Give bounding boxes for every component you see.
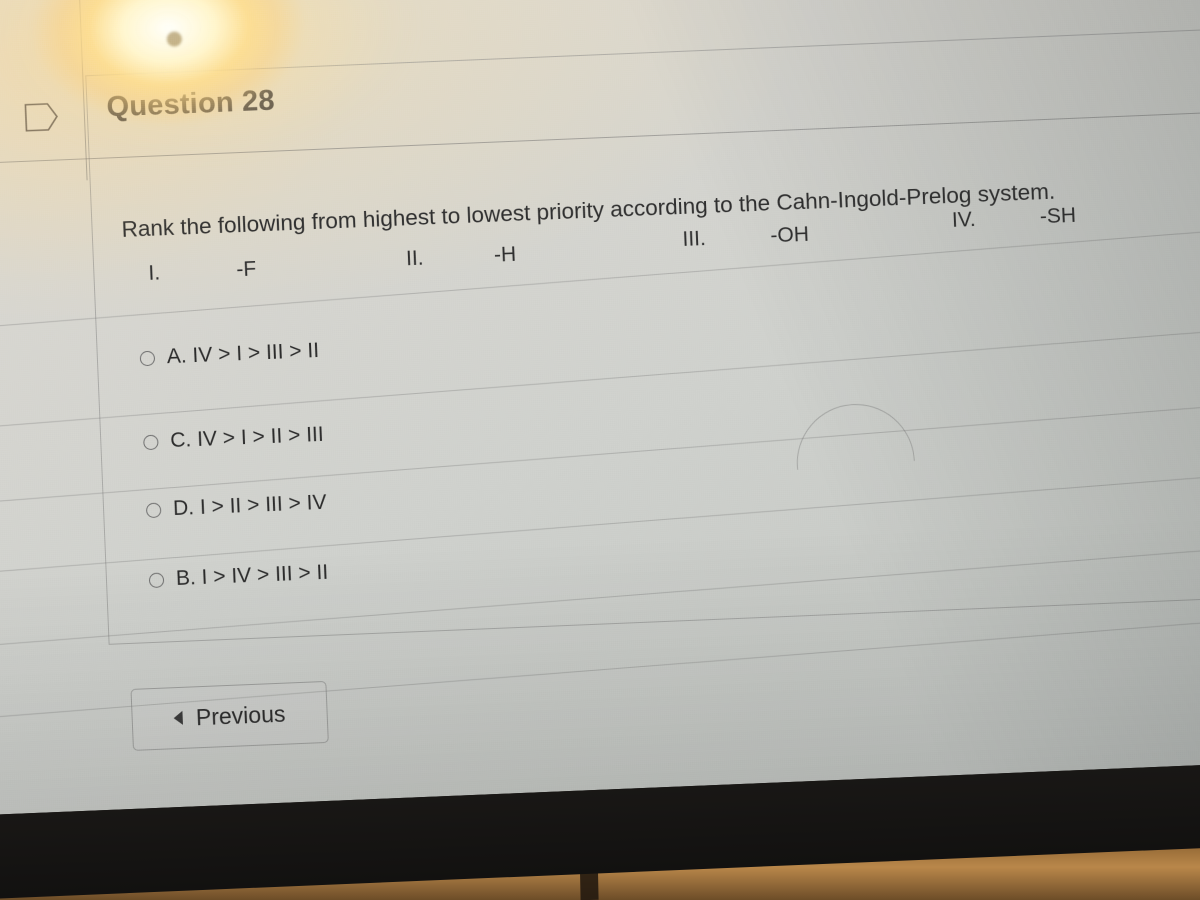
triangle-left-icon — [173, 710, 184, 726]
page-title: Question 28 — [105, 84, 276, 124]
substituent-item-2: II. -H — [406, 243, 517, 271]
screen-surface: Question 28 Rank the following from high… — [0, 0, 1200, 818]
radio-button-b[interactable] — [148, 572, 165, 588]
substituent-item-3: III. -OH — [682, 223, 809, 252]
quiz-page: Question 28 Rank the following from high… — [0, 0, 1200, 817]
laptop-screen: Question 28 Rank the following from high… — [0, 0, 1200, 818]
substituent-group: -H — [493, 242, 517, 267]
substituent-item-1: I. -F — [148, 257, 257, 285]
flag-tag-icon[interactable] — [23, 99, 60, 134]
substituent-group: -F — [235, 257, 257, 282]
previous-button[interactable]: Previous — [130, 680, 329, 751]
substituent-numeral: I. — [147, 261, 161, 285]
radio-button-c[interactable] — [143, 434, 159, 450]
radio-button-d[interactable] — [145, 502, 162, 518]
previous-button-label: Previous — [195, 700, 286, 730]
substituent-numeral: III. — [682, 227, 707, 251]
substituent-group: -OH — [769, 222, 810, 248]
substituent-group: -SH — [1039, 203, 1077, 229]
photo-of-laptop-screen: Question 28 Rank the following from high… — [0, 0, 1200, 900]
substituent-numeral: II. — [405, 246, 425, 271]
radio-button-a[interactable] — [139, 350, 156, 366]
substituent-item-4: IV. -SH — [951, 204, 1076, 233]
substituent-numeral: IV. — [951, 207, 977, 232]
